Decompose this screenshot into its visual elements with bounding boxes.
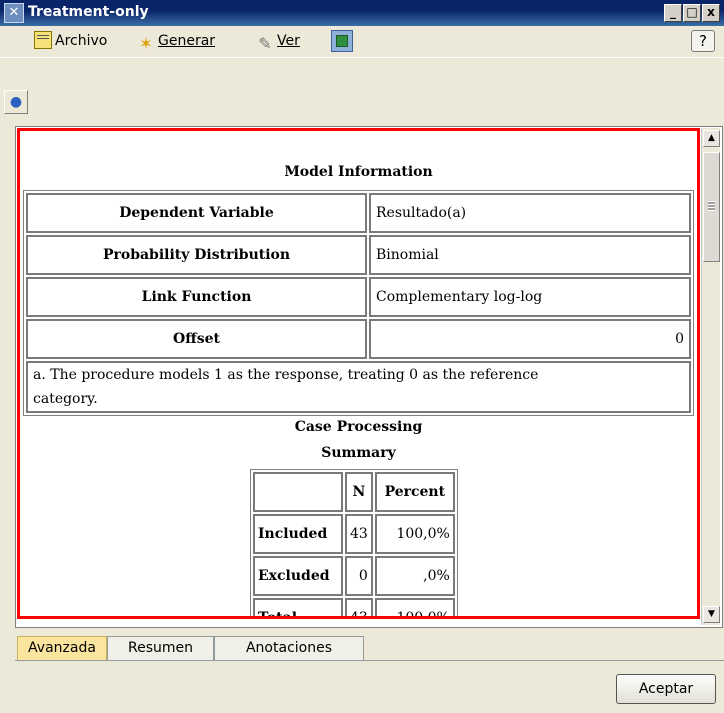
row-percent: 100,0% <box>374 598 455 619</box>
window-title: Treatment-only <box>28 4 149 20</box>
header-cell: N <box>345 472 373 512</box>
menu-file[interactable]: Archivo <box>34 31 107 51</box>
row-percent: 100,0% <box>374 514 455 554</box>
row-percent: ,0% <box>374 556 455 596</box>
scroll-down-arrow-icon[interactable]: ▼ <box>703 606 720 623</box>
vertical-scrollbar[interactable]: ▲ ▼ <box>701 128 720 625</box>
accept-button[interactable]: Aceptar <box>616 674 716 704</box>
file-icon <box>34 31 52 49</box>
menu-generate-label: Generar <box>158 33 216 49</box>
scroll-up-arrow-icon[interactable]: ▲ <box>703 130 720 147</box>
globe-icon: ● <box>9 94 23 110</box>
row-n: 0 <box>345 556 373 596</box>
cps-clip: N Percent Included 43 100,0% Excluded 0 … <box>15 126 701 619</box>
minimize-button[interactable]: _ <box>664 4 682 22</box>
menu-file-label: Archivo <box>55 33 108 49</box>
title-bar[interactable]: ✕ Treatment-only _ □ x <box>0 0 724 26</box>
close-button[interactable]: x <box>702 4 720 22</box>
menu-view-label: Ver <box>277 33 300 49</box>
brush-icon: ✎ <box>258 34 272 53</box>
app-icon: ✕ <box>4 3 24 23</box>
row-n: 43 <box>345 514 373 554</box>
row-label: Excluded <box>253 556 343 596</box>
table-row: Total 43 100,0% <box>253 598 455 619</box>
tab-anotaciones[interactable]: Anotaciones <box>214 636 364 660</box>
scroll-thumb[interactable] <box>703 152 720 262</box>
menu-bar: Archivo ✶ Generar ✎ Ver <box>0 26 724 56</box>
sparkle-icon: ✶ <box>139 34 153 53</box>
tab-baseline <box>15 660 724 661</box>
header-cell: Percent <box>374 472 455 512</box>
row-n: 43 <box>345 598 373 619</box>
table-header-row: N Percent <box>253 472 455 512</box>
menu-generate[interactable]: ✶ Generar <box>137 31 216 53</box>
case-processing-table: N Percent Included 43 100,0% Excluded 0 … <box>250 469 458 619</box>
menu-separator <box>0 57 724 58</box>
tab-avanzada[interactable]: Avanzada <box>17 636 107 661</box>
model-nugget-button[interactable] <box>331 30 353 52</box>
table-row: Included 43 100,0% <box>253 514 455 554</box>
header-cell <box>253 472 343 512</box>
row-label: Total <box>253 598 343 619</box>
globe-export-button[interactable]: ● <box>4 90 28 114</box>
tab-resumen[interactable]: Resumen <box>107 636 214 660</box>
menu-view[interactable]: ✎ Ver <box>256 31 300 53</box>
table-row: Excluded 0 ,0% <box>253 556 455 596</box>
help-button[interactable]: ? <box>691 30 715 52</box>
row-label: Included <box>253 514 343 554</box>
app-window: ✕ Treatment-only _ □ x Archivo ✶ Generar … <box>0 0 724 713</box>
maximize-button[interactable]: □ <box>683 4 701 22</box>
